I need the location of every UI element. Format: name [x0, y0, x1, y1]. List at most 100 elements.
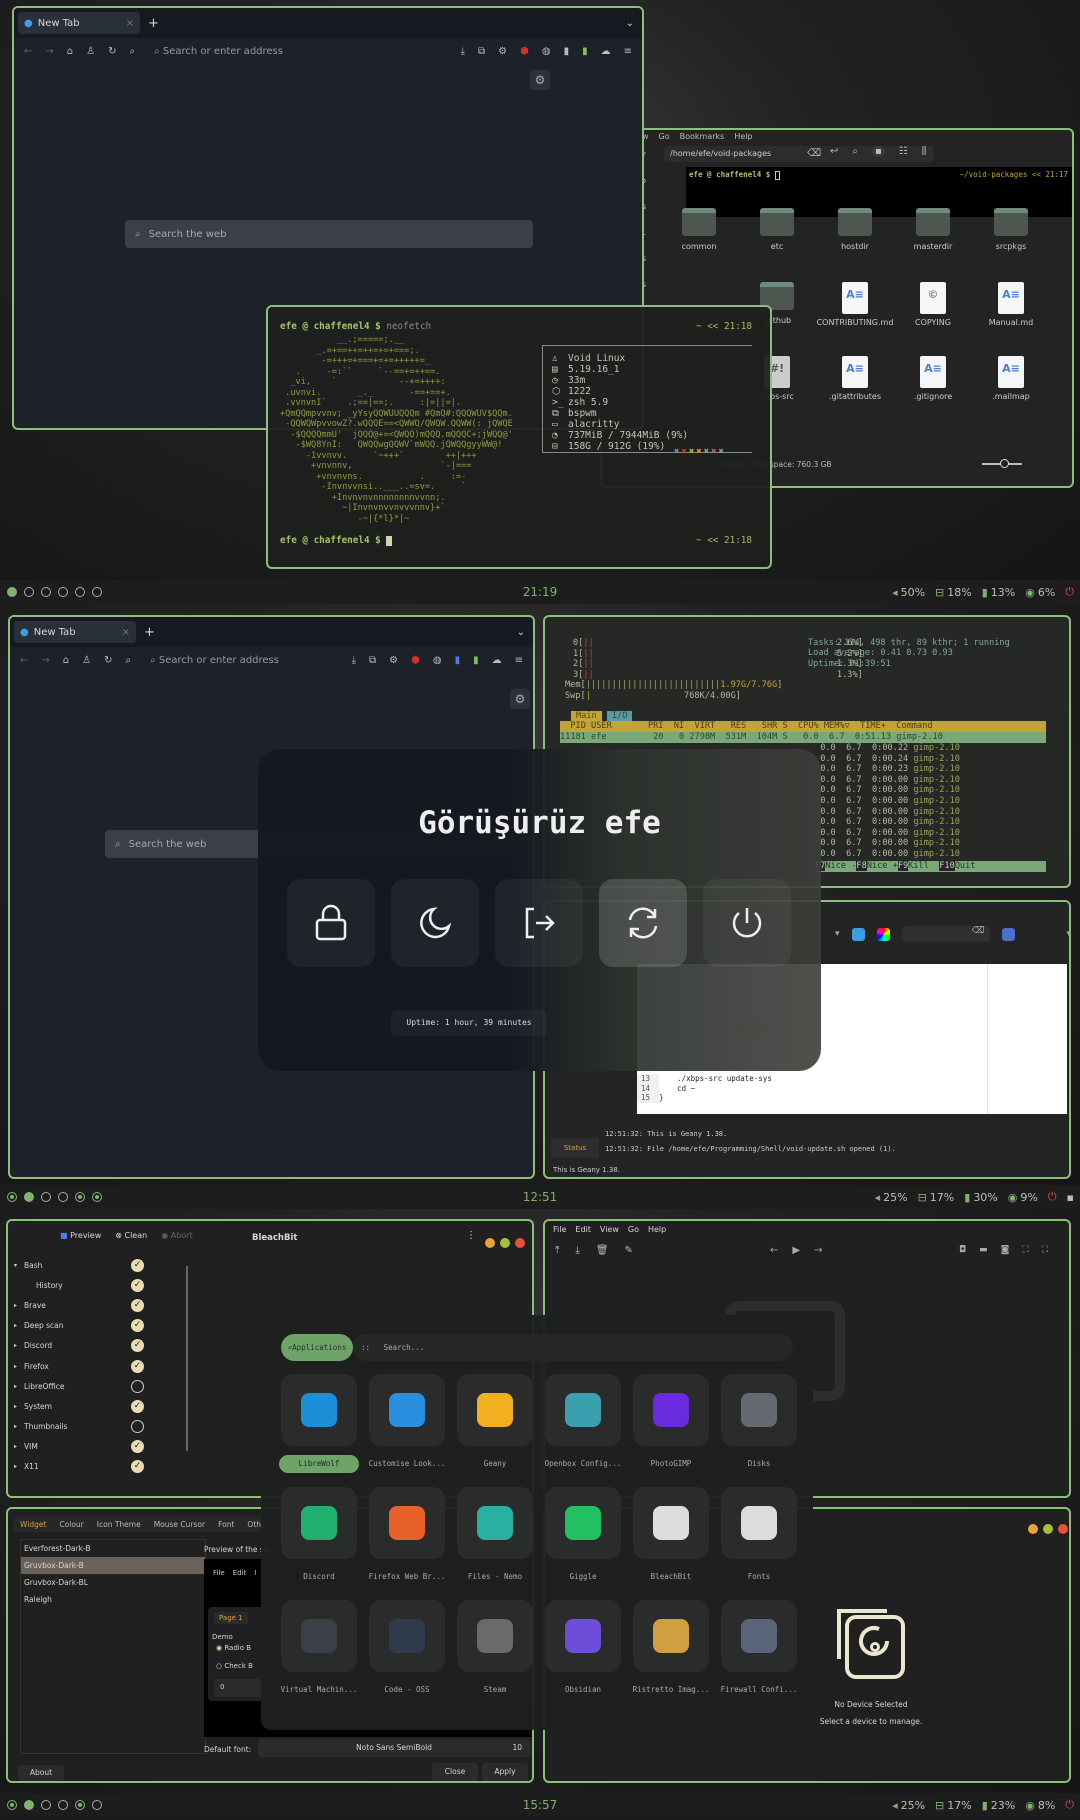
settings-icon[interactable]: ⚙ — [498, 46, 507, 57]
maximize-button[interactable] — [500, 1238, 510, 1248]
process-row[interactable]: 0.0 6.7 0:00.00 gimp-2.10 — [815, 775, 960, 786]
volume[interactable]: ◂ 25% — [875, 1191, 908, 1204]
checkbox[interactable]: ✓ — [131, 1339, 144, 1353]
checkbox[interactable]: ✓ — [131, 1359, 144, 1373]
app-tile[interactable] — [281, 1600, 357, 1672]
zoom-100-icon[interactable]: ⛶ — [1022, 1245, 1028, 1255]
shutdown-button[interactable] — [703, 879, 791, 967]
close-tab-icon[interactable]: × — [126, 18, 134, 29]
volume[interactable]: ◂ 50% — [892, 586, 925, 599]
downloads-icon[interactable]: ⤓ — [461, 46, 465, 57]
preview-button[interactable]: ■ Preview — [60, 1231, 101, 1240]
menu-item[interactable]: Help — [648, 1225, 666, 1234]
zoom-out-icon[interactable]: ▬ — [979, 1245, 988, 1255]
tab-new-tab[interactable]: ● New Tab × — [14, 621, 136, 643]
process-row[interactable]: 0.0 6.7 0:00.00 gimp-2.10 — [815, 785, 960, 796]
volume[interactable]: ◂ 25% — [892, 1799, 925, 1812]
settings-tab[interactable]: Colour — [59, 1520, 83, 1529]
customize-newtab-gear-icon[interactable]: ⚙ — [510, 689, 530, 709]
menu-help[interactable]: Help — [734, 132, 752, 141]
process-row[interactable]: 0.0 6.7 0:00.00 gimp-2.10 — [815, 838, 960, 849]
bitwarden-icon[interactable]: ▮ — [564, 46, 570, 57]
palette-icon[interactable] — [876, 927, 890, 941]
scrollbar[interactable] — [186, 1266, 188, 1451]
zoom-slider[interactable] — [982, 459, 1022, 468]
new-tab-button[interactable]: + — [144, 625, 155, 640]
tab-status[interactable]: Status — [551, 1138, 599, 1158]
tab-io[interactable]: I/O — [606, 711, 633, 721]
fkey[interactable]: F7Nice - — [815, 861, 856, 871]
app-tile[interactable] — [545, 1374, 621, 1446]
launcher-search-input[interactable]: :: Search... — [353, 1334, 793, 1361]
tab-list-chevron-icon[interactable]: ⌄ — [517, 627, 525, 638]
app-tile[interactable] — [545, 1487, 621, 1559]
process-row[interactable]: 0.0 6.7 0:00.00 gimp-2.10 — [815, 807, 960, 818]
menu-icon[interactable]: ≡ — [515, 655, 523, 666]
close-button[interactable]: Close — [432, 1763, 478, 1781]
search-field[interactable]: ⌫ — [901, 926, 990, 942]
screenshot-icon[interactable]: ⧉ — [369, 655, 376, 666]
cleaner-item[interactable]: ▸ Deep scan ✓ — [14, 1316, 168, 1336]
forward-icon[interactable]: → — [45, 46, 53, 57]
file-item[interactable]: A≡ CONTRIBUTING.md — [816, 282, 894, 342]
edit-icon[interactable]: ✎ — [625, 1245, 633, 1256]
dropdown-icon[interactable]: ▾ — [835, 929, 840, 939]
power-icon[interactable]: ⏻ — [1048, 1190, 1057, 1204]
apply-button[interactable]: Apply — [482, 1763, 528, 1781]
forward-icon[interactable]: → — [41, 655, 49, 666]
app-label[interactable]: Fonts — [719, 1568, 799, 1586]
theme-item[interactable]: Gruvbox-Dark-B — [21, 1557, 205, 1574]
fkey[interactable]: F10Quit — [939, 861, 975, 871]
search-icon[interactable]: ⌕ — [852, 146, 858, 157]
overflow-icon[interactable]: ▾ — [1067, 929, 1069, 939]
menu-item[interactable]: File — [553, 1225, 566, 1234]
extension-green-icon[interactable]: ▮ — [582, 46, 588, 57]
checkbox[interactable]: ✓ — [131, 1298, 144, 1312]
tool-icon[interactable] — [1001, 927, 1015, 941]
settings-tab[interactable]: Font — [218, 1520, 234, 1529]
menu-icon[interactable]: ≡ — [624, 46, 632, 57]
clean-button[interactable]: ⊗ Clean — [115, 1231, 147, 1240]
reload-icon[interactable]: ↻ — [108, 46, 116, 57]
abort-button[interactable]: ◉ Abort — [161, 1231, 192, 1240]
app-tile[interactable] — [721, 1600, 797, 1672]
process-row[interactable]: 0.0 6.7 0:00.00 gimp-2.10 — [815, 828, 960, 839]
process-row[interactable]: 0.0 6.7 0:00.24 gimp-2.10 — [815, 754, 960, 765]
checkbox[interactable] — [131, 1379, 144, 1393]
file-item[interactable]: A≡ Manual.md — [972, 282, 1050, 342]
cleaner-item[interactable]: ▸ X11 ✓ — [14, 1457, 168, 1477]
about-button[interactable]: About — [18, 1765, 64, 1781]
web-search-input[interactable]: ⌕ Search the web — [125, 220, 533, 248]
app-tile[interactable] — [721, 1487, 797, 1559]
app-label[interactable]: Virtual Machin... — [279, 1681, 359, 1699]
app-label[interactable]: LibreWolf — [279, 1455, 359, 1473]
app-label[interactable]: Discord — [279, 1568, 359, 1586]
close-button[interactable] — [1058, 1524, 1068, 1534]
file-item[interactable]: masterdir — [894, 208, 972, 268]
ublock-icon[interactable]: ⬢ — [520, 46, 529, 57]
app-label[interactable]: Customise Look... — [367, 1455, 447, 1473]
play-icon[interactable]: ▶ — [792, 1245, 800, 1256]
font-chooser-button[interactable]: Noto Sans SemiBold 10 — [258, 1739, 530, 1757]
process-row[interactable]: 0.0 6.7 0:00.23 gimp-2.10 — [815, 764, 960, 775]
app-tile[interactable] — [369, 1374, 445, 1446]
app-tile[interactable] — [281, 1374, 357, 1446]
process-row[interactable]: 0.0 6.7 0:00.22 gimp-2.10 — [815, 743, 960, 754]
icon-view-icon[interactable]: ▪ — [872, 146, 885, 157]
app-tile[interactable] — [545, 1600, 621, 1672]
close-tab-icon[interactable]: × — [122, 627, 130, 638]
new-tab-button[interactable]: + — [148, 16, 159, 31]
zoom-fit-icon[interactable]: ◘ — [959, 1245, 966, 1255]
settings-tab[interactable]: Mouse Cursor — [154, 1520, 205, 1529]
cleaner-item[interactable]: ▸ Discord ✓ — [14, 1336, 168, 1356]
menu-bookmarks[interactable]: Bookmarks — [680, 132, 725, 141]
cleaner-item[interactable]: ▸ Thumbnails — [14, 1417, 168, 1437]
process-row-selected[interactable]: 11181 efe 20 0 2798M 531M 104M S 0.0 6.7… — [560, 732, 1046, 743]
settings-tab[interactable]: Widget — [20, 1520, 46, 1529]
back-icon[interactable]: ← — [20, 655, 28, 666]
file-item[interactable]: © COPYING — [894, 282, 972, 342]
search-icon[interactable]: ⌕ — [126, 655, 132, 666]
extension-green-icon[interactable]: ▮ — [473, 655, 479, 666]
suspend-button[interactable] — [391, 879, 479, 967]
next-icon[interactable]: → — [814, 1245, 822, 1256]
